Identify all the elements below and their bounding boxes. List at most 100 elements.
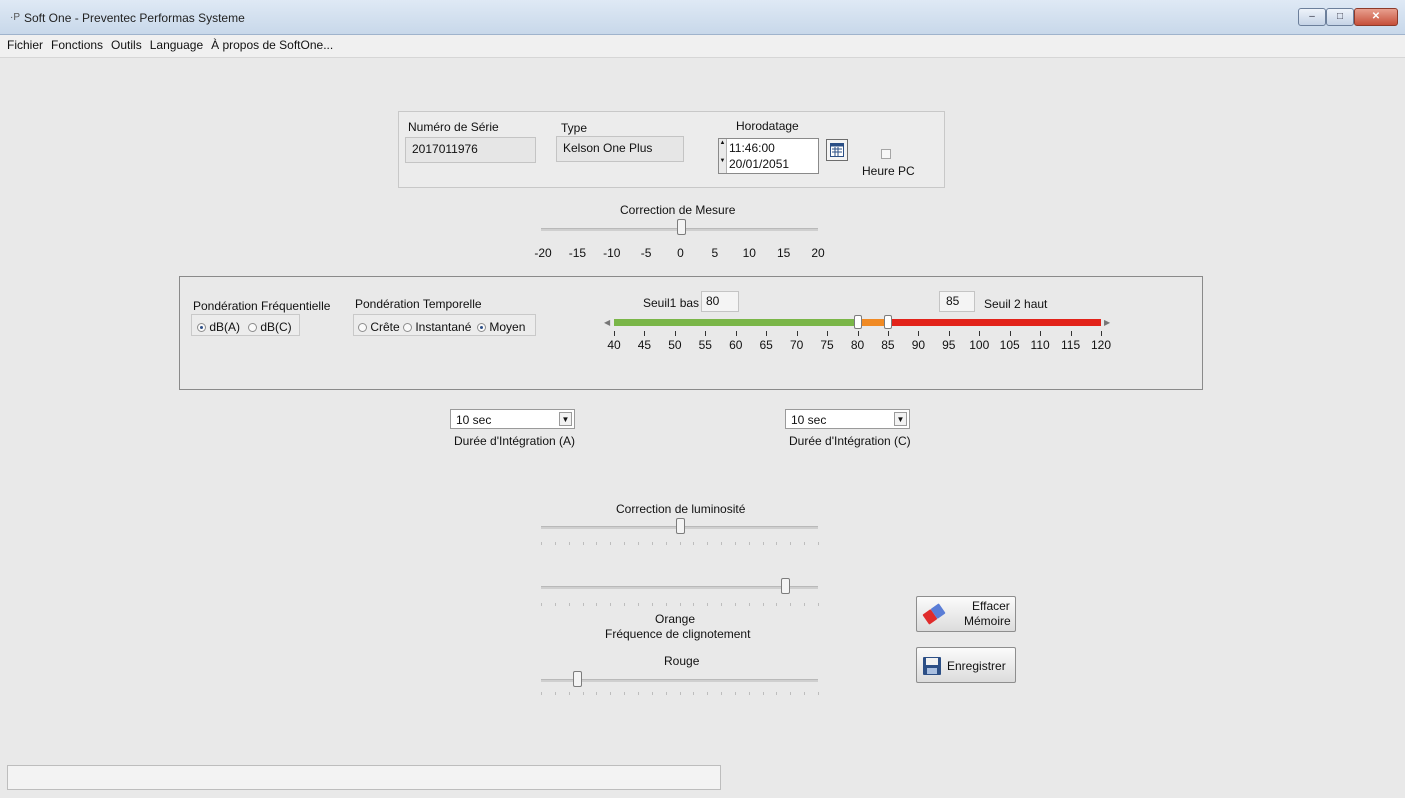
enregistrer-label: Enregistrer [947, 659, 1006, 673]
rouge-blink-slider-thumb[interactable] [573, 671, 582, 687]
effacer-memoire-button[interactable]: Effacer Mémoire [916, 596, 1016, 632]
correction-tick-label: -15 [568, 246, 587, 260]
radio-dbc[interactable]: dB(C) [248, 320, 292, 334]
chevron-down-icon[interactable]: ▼ [894, 412, 907, 426]
seuil1-slider-thumb[interactable] [853, 315, 862, 329]
timestamp-input[interactable]: ▲ ▼ 11:46:00 20/01/2051 [718, 138, 819, 174]
title-bar: ·P Soft One - Preventec Performas System… [0, 0, 1405, 35]
correction-tick-label: 5 [711, 246, 719, 260]
luminosite-minor-tick [610, 542, 612, 545]
maximize-button[interactable]: □ [1326, 8, 1354, 26]
rouge-minor-tick [818, 692, 819, 695]
threshold-tick-mark [644, 331, 646, 336]
seuil2-input[interactable]: 85 [939, 291, 975, 312]
timestamp-label: Horodatage [736, 119, 799, 133]
radio-instantane[interactable]: Instantané [403, 320, 471, 334]
luminosite-minor-tick [637, 542, 639, 545]
threshold-tick-label: 105 [999, 338, 1020, 352]
luminosite-minor-tick [776, 542, 778, 545]
threshold-tick-mark [1101, 331, 1102, 336]
luminosite-minor-tick [790, 542, 792, 545]
orange-minor-tick [596, 603, 598, 606]
rouge-minor-tick [554, 692, 556, 695]
rouge-blink-track [541, 679, 818, 682]
luminosite-label: Correction de luminosité [616, 502, 746, 516]
effacer-label-1: Effacer [972, 599, 1010, 613]
luminosite-minor-tick [693, 542, 695, 545]
threshold-tick-label: 75 [820, 338, 834, 352]
correction-mesure-label: Correction de Mesure [620, 203, 736, 217]
integration-a-dropdown[interactable]: 10 sec ▼ [450, 409, 575, 429]
rouge-minor-tick [804, 692, 806, 695]
seuil2-slider-thumb[interactable] [883, 315, 892, 329]
radio-dba-indicator [197, 323, 206, 332]
orange-minor-tick [748, 603, 750, 606]
threshold-tick-label: 115 [1060, 338, 1081, 352]
menu-a-propos[interactable]: À propos de SoftOne... [207, 35, 337, 52]
radio-moyen[interactable]: Moyen [477, 320, 525, 334]
frequency-weighting-group: dB(A) dB(C) [191, 314, 300, 336]
rouge-minor-tick [665, 692, 667, 695]
rouge-minor-tick [651, 692, 653, 695]
radio-crete-label: Crête [370, 320, 400, 334]
orange-minor-tick [568, 603, 570, 606]
threshold-tick-mark [887, 331, 889, 336]
luminosite-minor-tick [568, 542, 570, 545]
threshold-tick-label: 50 [668, 338, 682, 352]
radio-dbc-label: dB(C) [260, 320, 292, 334]
luminosite-minor-tick [541, 542, 542, 545]
luminosite-minor-tick [582, 542, 584, 545]
orange-minor-tick [624, 603, 626, 606]
serial-field: 2017011976 [405, 137, 536, 163]
luminosite-minor-tick [748, 542, 750, 545]
timestamp-spinner[interactable]: ▲ ▼ [719, 139, 727, 173]
luminosite-slider-thumb[interactable] [675, 518, 685, 534]
seuil2-label: Seuil 2 haut [984, 297, 1048, 311]
radio-dba[interactable]: dB(A) [197, 320, 240, 334]
radio-crete[interactable]: Crête [358, 320, 400, 334]
seuil1-input[interactable]: 80 [701, 291, 739, 312]
orange-minor-tick [721, 603, 723, 606]
enregistrer-button[interactable]: Enregistrer [916, 647, 1016, 683]
threshold-tick-mark [674, 331, 676, 336]
threshold-right-arrow-icon: ▶ [1104, 318, 1111, 327]
orange-blink-track [541, 586, 818, 589]
pc-time-checkbox[interactable] [881, 149, 891, 159]
menu-fichier[interactable]: Fichier [3, 35, 47, 52]
correction-tick-label: 0 [677, 246, 684, 260]
minimize-button[interactable]: – [1298, 8, 1326, 26]
rouge-minor-tick [582, 692, 584, 695]
threshold-green-zone [614, 319, 858, 326]
luminosite-minor-tick [734, 542, 736, 545]
chevron-down-icon[interactable]: ▼ [559, 412, 572, 426]
orange-minor-tick [790, 603, 792, 606]
threshold-tick-label: 120 [1090, 338, 1112, 352]
integration-c-dropdown[interactable]: 10 sec ▼ [785, 409, 910, 429]
radio-dbc-indicator [248, 323, 257, 332]
orange-blink-slider-thumb[interactable] [780, 578, 790, 594]
luminosite-minor-tick [707, 542, 709, 545]
menu-outils[interactable]: Outils [107, 35, 146, 52]
orange-minor-tick [776, 603, 778, 606]
correction-tick-label: 20 [811, 246, 825, 260]
rouge-minor-tick [707, 692, 709, 695]
rouge-minor-tick [734, 692, 736, 695]
correction-tick-label: 10 [742, 246, 756, 260]
threshold-red-zone [887, 319, 1101, 326]
calendar-button[interactable] [826, 139, 848, 161]
threshold-tick-mark [614, 331, 615, 336]
threshold-tick-mark [735, 331, 737, 336]
ponderation-temporelle-label: Pondération Temporelle [355, 297, 482, 311]
menu-language[interactable]: Language [146, 35, 207, 52]
radio-instantane-indicator [403, 323, 412, 332]
orange-minor-tick [679, 603, 681, 606]
correction-mesure-slider-thumb[interactable] [676, 219, 686, 235]
menu-fonctions[interactable]: Fonctions [47, 35, 107, 52]
rouge-minor-tick [541, 692, 542, 695]
frequence-label: Fréquence de clignotement [605, 627, 751, 641]
orange-minor-tick [651, 603, 653, 606]
threshold-tick-label: 90 [911, 338, 926, 352]
threshold-tick-label: 100 [969, 338, 990, 352]
orange-minor-tick [541, 603, 542, 606]
close-button[interactable]: ✕ [1354, 8, 1398, 26]
